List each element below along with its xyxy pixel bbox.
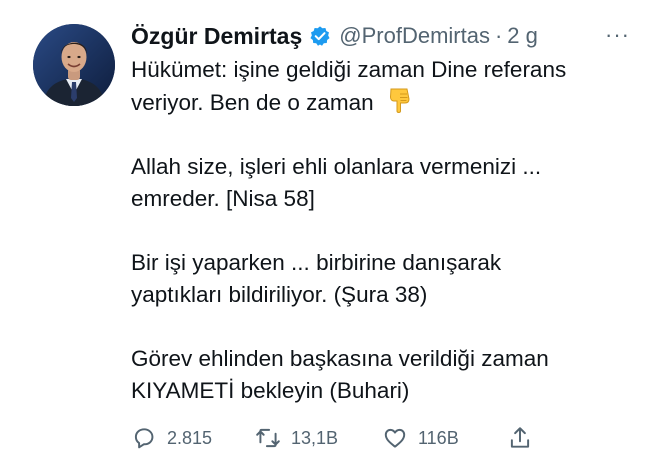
tweet-line: Allah size, işleri ehli olanlara vermeni… [131,154,542,179]
reply-button[interactable]: 2.815 [131,422,212,454]
tweet-paragraph: Hükümet: işine geldiği zaman Dine refera… [131,54,636,119]
handle[interactable]: @ProfDemirtas [339,23,490,49]
tweet-line: Görev ehlinden başkasına verildiği zaman [131,346,549,371]
tweet-header: Özgür Demirtaş @ProfDemirtas · 2 g ··· [131,20,630,52]
tweet-line: yaptıkları bildiriliyor. (Şura 38) [131,282,428,307]
share-icon [510,427,530,448]
heart-icon [384,428,406,448]
tweet-paragraph: Bir işi yaparken ... birbirine danışarak… [131,247,636,311]
tweet-text: Hükümet: işine geldiği zaman Dine refera… [131,54,636,407]
pointing-down-hand-icon [389,88,410,113]
display-name[interactable]: Özgür Demirtaş [131,23,302,50]
verified-badge-icon [310,26,330,46]
separator-dot: · [494,23,503,48]
tweet-line: KIYAMETİ bekleyin (Buhari) [131,378,410,403]
reply-icon [134,428,154,449]
like-button[interactable]: 116B [382,422,459,454]
retweet-count: 13,1B [291,427,339,448]
tweet-actions: 2.815 13,1B 116B [131,422,571,454]
tweet-line: Hükümet: işine geldiği zaman Dine refera… [131,57,567,82]
reply-count: 2.815 [167,427,213,448]
avatar[interactable] [33,24,115,106]
retweet-button[interactable]: 13,1B [255,422,338,454]
tweet-paragraph: Allah size, işleri ehli olanlara vermeni… [131,151,636,215]
tweet[interactable]: Özgür Demirtaş @ProfDemirtas · 2 g ··· H… [0,0,650,467]
tweet-line: emreder. [Nisa 58] [131,186,315,211]
share-button[interactable] [507,422,533,454]
tweet-paragraph: Görev ehlinden başkasına verildiği zaman… [131,343,636,407]
retweet-icon [256,428,280,448]
timestamp[interactable]: 2 g [507,23,538,49]
avatar-photo [33,24,115,106]
like-count: 116B [418,427,459,448]
more-options-icon[interactable]: ··· [605,22,630,48]
tweet-line: Bir işi yaparken ... birbirine danışarak [131,250,502,275]
tweet-line: veriyor. Ben de o zaman [131,90,374,115]
